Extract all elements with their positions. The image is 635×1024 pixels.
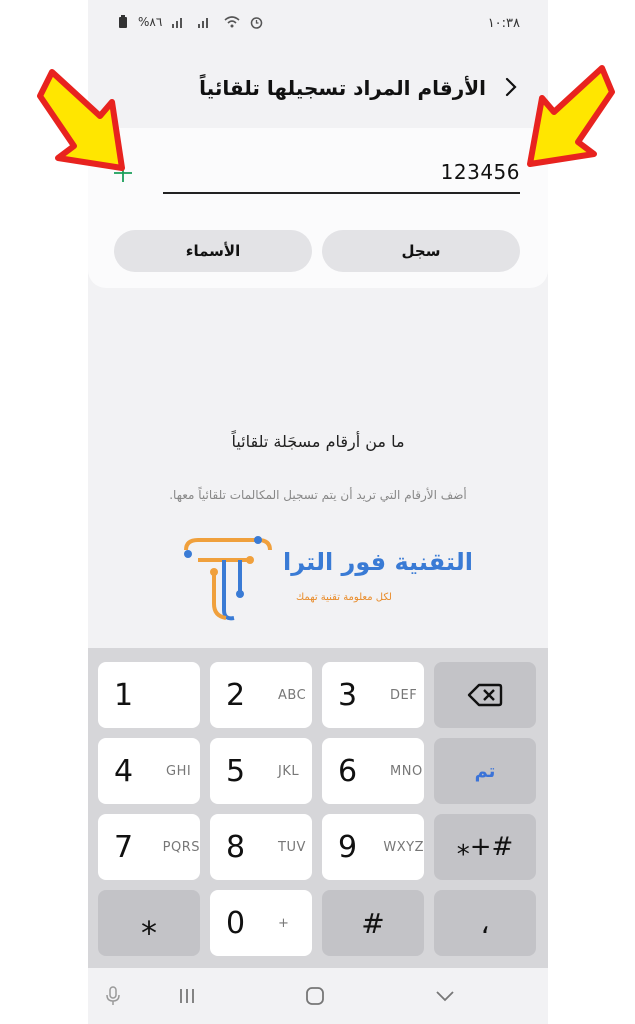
clock: ١٠:٣٨ (487, 16, 520, 31)
status-icons: %٨٦ (118, 15, 263, 29)
key-7[interactable]: 7 PQRS (98, 814, 200, 880)
comma-key[interactable]: ، (434, 890, 536, 956)
watermark-tagline: لكل معلومة تقنية تهمك (296, 592, 392, 603)
key-5[interactable]: 5 JKL (210, 738, 312, 804)
phone-number-value: 123456 (440, 160, 520, 184)
watermark-t-icon (184, 536, 272, 621)
voice-input-button[interactable] (98, 984, 128, 1008)
page-title: الأرقام المراد تسجيلها تلقائياً (199, 76, 486, 100)
signal-icon-2 (198, 18, 209, 28)
key-9[interactable]: 9 WXYZ (322, 814, 424, 880)
recent-apps-icon (180, 989, 194, 1003)
title-bar: الأرقام المراد تسجيلها تلقائياً (88, 68, 548, 112)
done-key[interactable]: تم (434, 738, 536, 804)
dial-keypad: 1 2 ABC 3 DEF 4 GHI 5 JKL 6 MNO تم 7 PQRS 8 TUV… (88, 648, 548, 968)
star-key[interactable]: ⁎ (98, 890, 200, 956)
input-card: 123456 الأسماء سجل (88, 128, 548, 288)
battery-level: %٨٦ (138, 15, 163, 29)
watermark-logo: التقنية فور الترا لكل معلومة تقنية تهمك (178, 530, 473, 630)
phone-number-input[interactable]: 123456 (163, 158, 520, 194)
hide-keyboard-button[interactable] (430, 984, 460, 1008)
wifi-icon (224, 16, 240, 28)
phone-screen: %٨٦ ١٠:٣٨ الأرقام المراد تسجيلها تلقائيا… (88, 0, 548, 1024)
key-8[interactable]: 8 TUV (210, 814, 312, 880)
key-2[interactable]: 2 ABC (210, 662, 312, 728)
annotation-arrow-right-icon (527, 65, 615, 167)
empty-state-title: ما من أرقام مسجَلة تلقائياً (231, 432, 405, 451)
watermark-name: التقنية فور الترا (283, 548, 473, 576)
key-0[interactable]: 0 + (210, 890, 312, 956)
signal-icon (172, 18, 183, 28)
alarm-icon (251, 16, 263, 29)
backspace-icon (467, 683, 503, 707)
annotation-arrow-left-icon (37, 69, 125, 171)
empty-state-description: أضف الأرقام التي تريد أن يتم تسجيل المكا… (169, 488, 467, 502)
home-icon (306, 987, 324, 1005)
key-1[interactable]: 1 (98, 662, 200, 728)
recent-apps-button[interactable] (172, 984, 202, 1008)
contacts-button[interactable]: الأسماء (114, 230, 312, 272)
key-6[interactable]: 6 MNO (322, 738, 424, 804)
symbols-key[interactable]: ⁎+# (434, 814, 536, 880)
chevron-right-icon (505, 77, 517, 97)
status-bar: %٨٦ ١٠:٣٨ (88, 0, 548, 44)
key-4[interactable]: 4 GHI (98, 738, 200, 804)
backspace-key[interactable] (434, 662, 536, 728)
call-log-button[interactable]: سجل (322, 230, 520, 272)
key-3[interactable]: 3 DEF (322, 662, 424, 728)
navigation-bar (88, 968, 548, 1024)
hash-key[interactable]: # (322, 890, 424, 956)
battery-icon (119, 15, 127, 28)
chevron-down-icon (436, 991, 454, 1002)
home-button[interactable] (300, 984, 330, 1008)
microphone-icon (106, 986, 120, 1005)
